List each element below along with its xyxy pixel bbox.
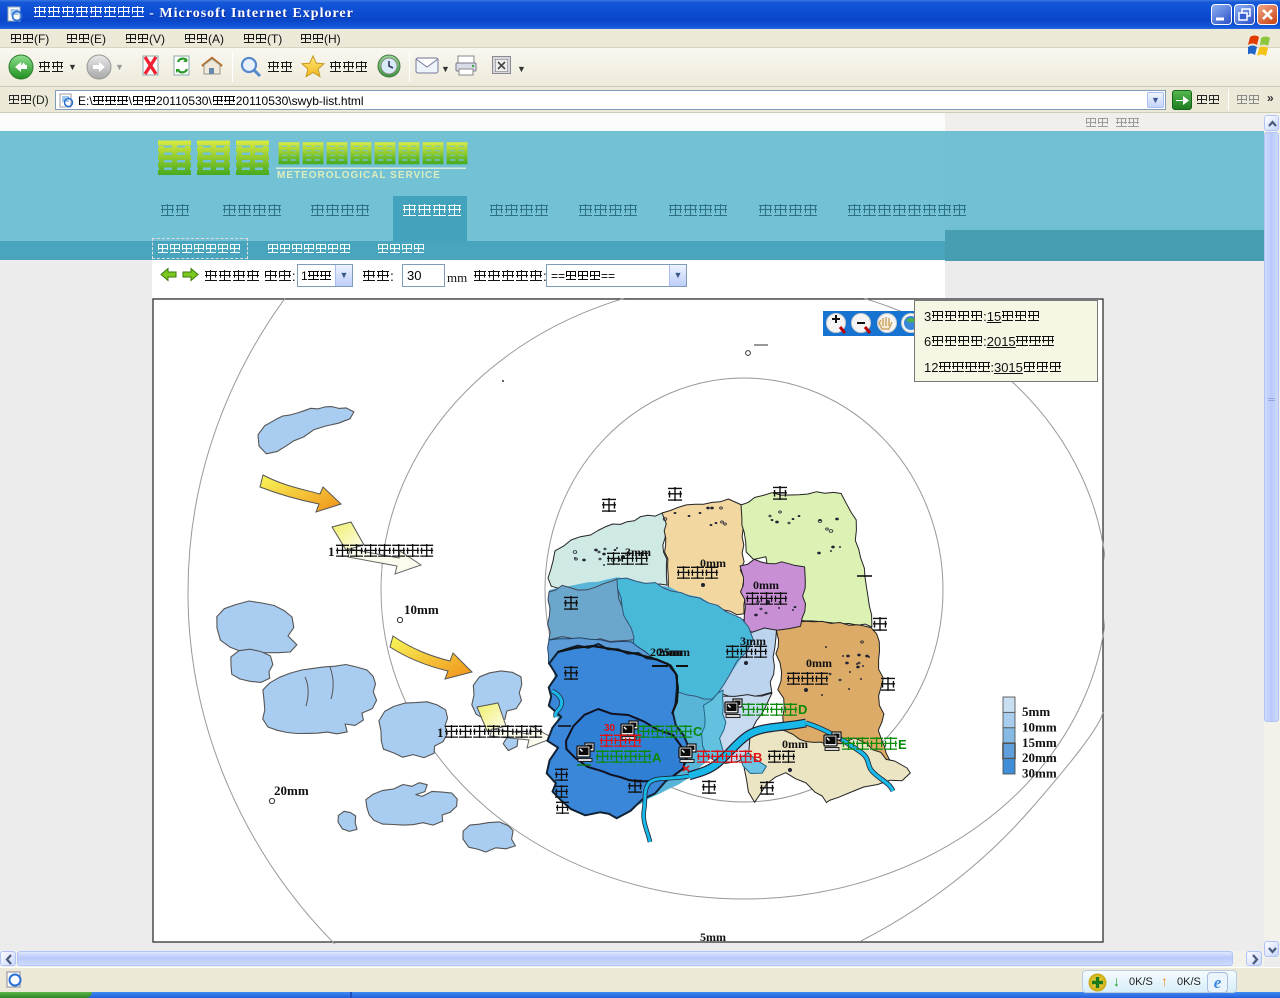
svg-text:20mm: 20mm xyxy=(1022,750,1057,765)
svg-text:10mm: 10mm xyxy=(1022,719,1057,734)
svg-text:0mm: 0mm xyxy=(753,578,779,592)
svg-text:0mm: 0mm xyxy=(782,737,808,751)
svg-text:0mm: 0mm xyxy=(806,656,832,670)
svg-text:30mm: 30mm xyxy=(1022,766,1057,781)
svg-text:10mm: 10mm xyxy=(404,602,439,617)
svg-text:E: E xyxy=(898,737,907,752)
svg-text:B: B xyxy=(753,750,762,765)
svg-text:30: 30 xyxy=(604,723,616,734)
svg-text:5mm: 5mm xyxy=(700,930,726,944)
svg-text:15mm: 15mm xyxy=(1022,735,1057,750)
svg-text:1: 1 xyxy=(328,544,335,559)
svg-text:1: 1 xyxy=(437,725,444,740)
svg-text:D: D xyxy=(798,702,807,717)
svg-text:20mm: 20mm xyxy=(274,783,309,798)
svg-text:25mm: 25mm xyxy=(658,645,690,659)
svg-text:A: A xyxy=(652,750,662,765)
svg-text:METEOROLOGICAL SERVICE: METEOROLOGICAL SERVICE xyxy=(277,170,441,181)
svg-text:5mm: 5mm xyxy=(1022,704,1050,719)
svg-text:C: C xyxy=(693,724,703,739)
